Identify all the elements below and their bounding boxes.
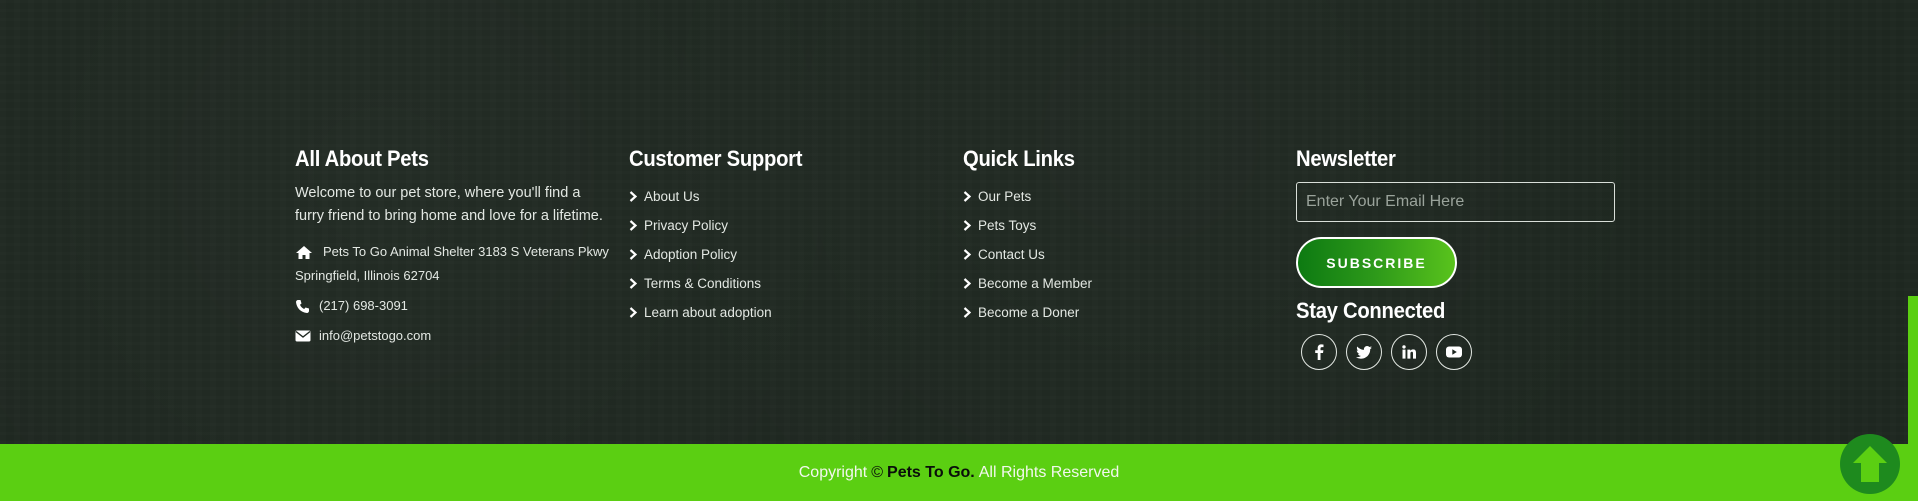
email-line: info@petstogo.com [295, 324, 615, 348]
social-links [1301, 334, 1615, 370]
quick-links-column: Quick Links Our Pets Pets Toys Contact U… [963, 146, 1092, 327]
link-label: Our Pets [978, 189, 1032, 204]
twitter-icon[interactable] [1346, 334, 1382, 370]
copyright-bar: Copyright © Pets To Go. All Rights Reser… [0, 444, 1918, 501]
support-link-terms[interactable]: Terms & Conditions [629, 269, 817, 298]
chevron-right-icon [963, 191, 975, 202]
footer-main: All About Pets Welcome to our pet store,… [0, 0, 1918, 444]
chevron-right-icon [629, 249, 641, 260]
quick-link-pets-toys[interactable]: Pets Toys [963, 211, 1092, 240]
envelope-icon [295, 324, 319, 348]
newsletter-heading: Newsletter [1296, 146, 1396, 171]
link-label: Terms & Conditions [644, 276, 762, 291]
support-link-privacy-policy[interactable]: Privacy Policy [629, 211, 817, 240]
support-link-learn-adoption[interactable]: Learn about adoption [629, 298, 817, 327]
link-label: Become a Member [978, 276, 1093, 291]
link-label: About Us [644, 189, 700, 204]
support-link-about-us[interactable]: About Us [629, 182, 817, 211]
chevron-right-icon [963, 278, 975, 289]
about-heading: All About Pets [295, 146, 429, 171]
support-link-adoption-policy[interactable]: Adoption Policy [629, 240, 817, 269]
quick-link-our-pets[interactable]: Our Pets [963, 182, 1092, 211]
support-column: Customer Support About Us Privacy Policy… [629, 146, 817, 327]
quick-link-contact-us[interactable]: Contact Us [963, 240, 1092, 269]
subscribe-button[interactable]: SUBSCRIBE [1296, 237, 1457, 288]
facebook-icon[interactable] [1301, 334, 1337, 370]
background-pattern [0, 0, 1918, 444]
support-heading: Customer Support [629, 146, 803, 171]
link-label: Pets Toys [978, 218, 1037, 233]
chevron-right-icon [629, 307, 641, 318]
phone-line: (217) 698-3091 [295, 294, 615, 318]
chevron-right-icon [629, 191, 641, 202]
link-label: Contact Us [978, 247, 1045, 262]
email-text[interactable]: info@petstogo.com [319, 324, 431, 348]
chevron-right-icon [629, 220, 641, 231]
arrow-up-icon [1853, 446, 1887, 482]
chevron-right-icon [963, 307, 975, 318]
chevron-right-icon [629, 278, 641, 289]
linkedin-icon[interactable] [1391, 334, 1427, 370]
copyright-prefix: Copyright [798, 463, 868, 481]
scroll-to-top-button[interactable] [1840, 434, 1900, 494]
copyright-symbol: © [871, 463, 884, 481]
phone-text[interactable]: (217) 698-3091 [319, 294, 408, 318]
newsletter-email-input[interactable] [1296, 182, 1615, 222]
about-text: Welcome to our pet store, where you'll f… [295, 185, 603, 224]
link-label: Learn about adoption [644, 305, 772, 320]
quick-link-become-member[interactable]: Become a Member [963, 269, 1092, 298]
copyright-suffix: All Rights Reserved [978, 463, 1120, 481]
quick-links: Our Pets Pets Toys Contact Us Become a M… [963, 182, 1092, 327]
about-column: All About Pets Welcome to our pet store,… [295, 146, 615, 348]
accent-strip [1908, 296, 1918, 444]
chevron-right-icon [963, 220, 975, 231]
stay-connected-heading: Stay Connected [1296, 298, 1446, 323]
newsletter-column: Newsletter SUBSCRIBE Stay Connected [1296, 146, 1615, 370]
quick-link-become-doner[interactable]: Become a Doner [963, 298, 1092, 327]
link-label: Become a Doner [978, 305, 1080, 320]
quick-heading: Quick Links [963, 146, 1075, 171]
chevron-right-icon [963, 249, 975, 260]
link-label: Adoption Policy [644, 247, 738, 262]
youtube-icon[interactable] [1436, 334, 1472, 370]
support-links: About Us Privacy Policy Adoption Policy … [629, 182, 817, 327]
address-text: Pets To Go Animal Shelter 3183 S Veteran… [295, 244, 609, 283]
address-line: Pets To Go Animal Shelter 3183 S Veteran… [295, 240, 615, 288]
phone-icon [295, 294, 319, 318]
copyright-brand[interactable]: Pets To Go. [887, 464, 975, 482]
link-label: Privacy Policy [644, 218, 729, 233]
